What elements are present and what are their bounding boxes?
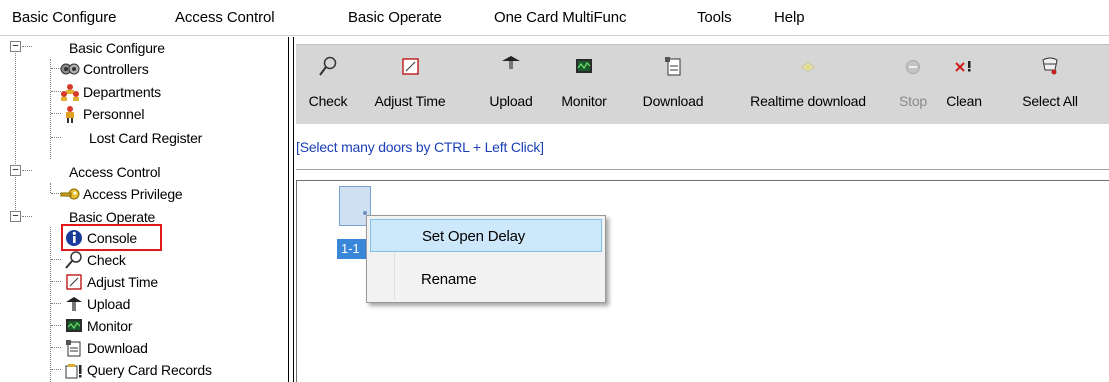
magnifier-icon [64, 250, 84, 269]
toolbar-label: Clean [946, 93, 982, 109]
toolbar-label: Download [642, 93, 704, 109]
tree-line [15, 47, 16, 210]
tree-item-label: Departments [83, 83, 161, 100]
tree-item-check[interactable]: Check [64, 249, 126, 270]
select-all-button[interactable]: Select All [1004, 51, 1096, 121]
tree-item-controllers[interactable]: Controllers [60, 58, 149, 79]
toolbar: Check Adjust Time Upload Monitor Downloa… [296, 44, 1109, 124]
menu-tools[interactable]: Tools [697, 9, 732, 26]
adjust-time-icon [64, 273, 84, 291]
hint-bar: [Select many doors by CTRL + Left Click] [296, 124, 1109, 170]
navigation-tree: − Basic Configure Controllers Department… [0, 37, 288, 382]
tree-group-label: Basic Configure [69, 39, 165, 56]
download-icon [64, 339, 84, 357]
menu-one-card-multifunc[interactable]: One Card MultiFunc [494, 9, 627, 26]
tree-item-departments[interactable]: Departments [60, 81, 161, 102]
tree-item-label: Download [87, 339, 148, 356]
menu-item-rename[interactable]: Rename [370, 263, 602, 296]
menu-basic-configure[interactable]: Basic Configure [12, 9, 116, 26]
expander-basic-operate[interactable]: − [10, 211, 21, 222]
menu-basic-operate[interactable]: Basic Operate [348, 9, 442, 26]
tree-item-lost-card-register[interactable]: Lost Card Register [80, 127, 202, 148]
tree-item-label: Query Card Records [87, 361, 212, 378]
departments-icon [60, 83, 80, 101]
tree-item-download[interactable]: Download [64, 337, 148, 358]
tree-line [50, 59, 51, 159]
tree-item-label: Console [87, 229, 137, 246]
expander-access-control[interactable]: − [10, 165, 21, 176]
tree-line [50, 183, 51, 193]
realtime-download-icon [798, 55, 818, 77]
check-button[interactable]: Check [304, 51, 352, 121]
menu-bar: Basic Configure Access Control Basic Ope… [0, 0, 1109, 36]
tree-item-label: Personnel [83, 105, 145, 122]
tree-line [51, 303, 61, 304]
tree-item-upload[interactable]: Upload [64, 293, 130, 314]
tree-line [22, 170, 32, 171]
context-menu: Set Open Delay Rename [366, 215, 606, 303]
tree-line [22, 46, 32, 47]
tree-line [51, 369, 61, 370]
adjust-time-button[interactable]: Adjust Time [356, 51, 464, 121]
query-records-icon [64, 361, 84, 379]
tree-group-access-control[interactable]: Access Control [66, 161, 161, 182]
tree-item-console[interactable]: Console [64, 227, 137, 248]
tree-item-personnel[interactable]: Personnel [60, 103, 144, 124]
toolbar-label: Realtime download [750, 93, 866, 109]
tree-line [51, 281, 61, 282]
tree-group-label: Basic Operate [69, 208, 156, 225]
toolbar-label: Adjust Time [374, 93, 446, 109]
upload-icon [501, 55, 521, 77]
controllers-icon [60, 60, 80, 78]
download-icon [663, 55, 683, 77]
tree-line [22, 216, 32, 217]
tree-item-label: Access Privilege [83, 185, 183, 202]
tree-group-basic-configure[interactable]: Basic Configure [66, 37, 165, 58]
adjust-time-icon [400, 55, 420, 77]
toolbar-label: Stop [899, 93, 927, 109]
menu-item-set-open-delay[interactable]: Set Open Delay [370, 219, 602, 252]
select-all-icon [1040, 55, 1060, 77]
tree-group-label: Access Control [69, 163, 161, 180]
tree-line [51, 325, 61, 326]
monitor-button[interactable]: Monitor [550, 51, 618, 121]
expander-basic-configure[interactable]: − [10, 41, 21, 52]
tree-item-label: Adjust Time [87, 273, 158, 290]
toolbar-label: Check [308, 93, 348, 109]
magnifier-icon [318, 55, 338, 77]
download-button[interactable]: Download [632, 51, 714, 121]
tree-item-adjust-time[interactable]: Adjust Time [64, 271, 158, 292]
stop-button[interactable]: Stop [894, 51, 932, 121]
tree-item-access-privilege[interactable]: Access Privilege [60, 183, 183, 204]
panel-splitter[interactable] [288, 37, 294, 382]
menu-access-control[interactable]: Access Control [175, 9, 275, 26]
monitor-icon [64, 317, 84, 335]
toolbar-label: Upload [489, 93, 533, 109]
hint-text: [Select many doors by CTRL + Left Click] [296, 139, 544, 155]
upload-icon [64, 295, 84, 313]
tree-item-label: Check [87, 251, 126, 268]
upload-button[interactable]: Upload [480, 51, 542, 121]
toolbar-label: Monitor [561, 93, 607, 109]
tree-item-monitor[interactable]: Monitor [64, 315, 132, 336]
realtime-download-button[interactable]: Realtime download [728, 51, 888, 121]
menu-help[interactable]: Help [774, 9, 805, 26]
tree-item-label: Controllers [83, 60, 149, 77]
stop-icon [903, 55, 923, 77]
toolbar-label: Select All [1022, 93, 1078, 109]
monitor-icon [574, 55, 594, 77]
tree-item-label: Monitor [87, 317, 133, 334]
tree-line [51, 137, 61, 138]
tree-line [50, 227, 51, 382]
clean-icon [954, 55, 974, 77]
person-icon [60, 105, 80, 123]
tree-line [51, 347, 61, 348]
tree-item-label: Upload [87, 295, 131, 312]
tree-line [51, 259, 61, 260]
tree-item-label: Lost Card Register [89, 129, 203, 146]
clean-button[interactable]: Clean [940, 51, 988, 121]
key-icon [60, 185, 80, 203]
info-icon [64, 229, 84, 247]
tree-item-query-card-records[interactable]: Query Card Records [64, 359, 212, 380]
